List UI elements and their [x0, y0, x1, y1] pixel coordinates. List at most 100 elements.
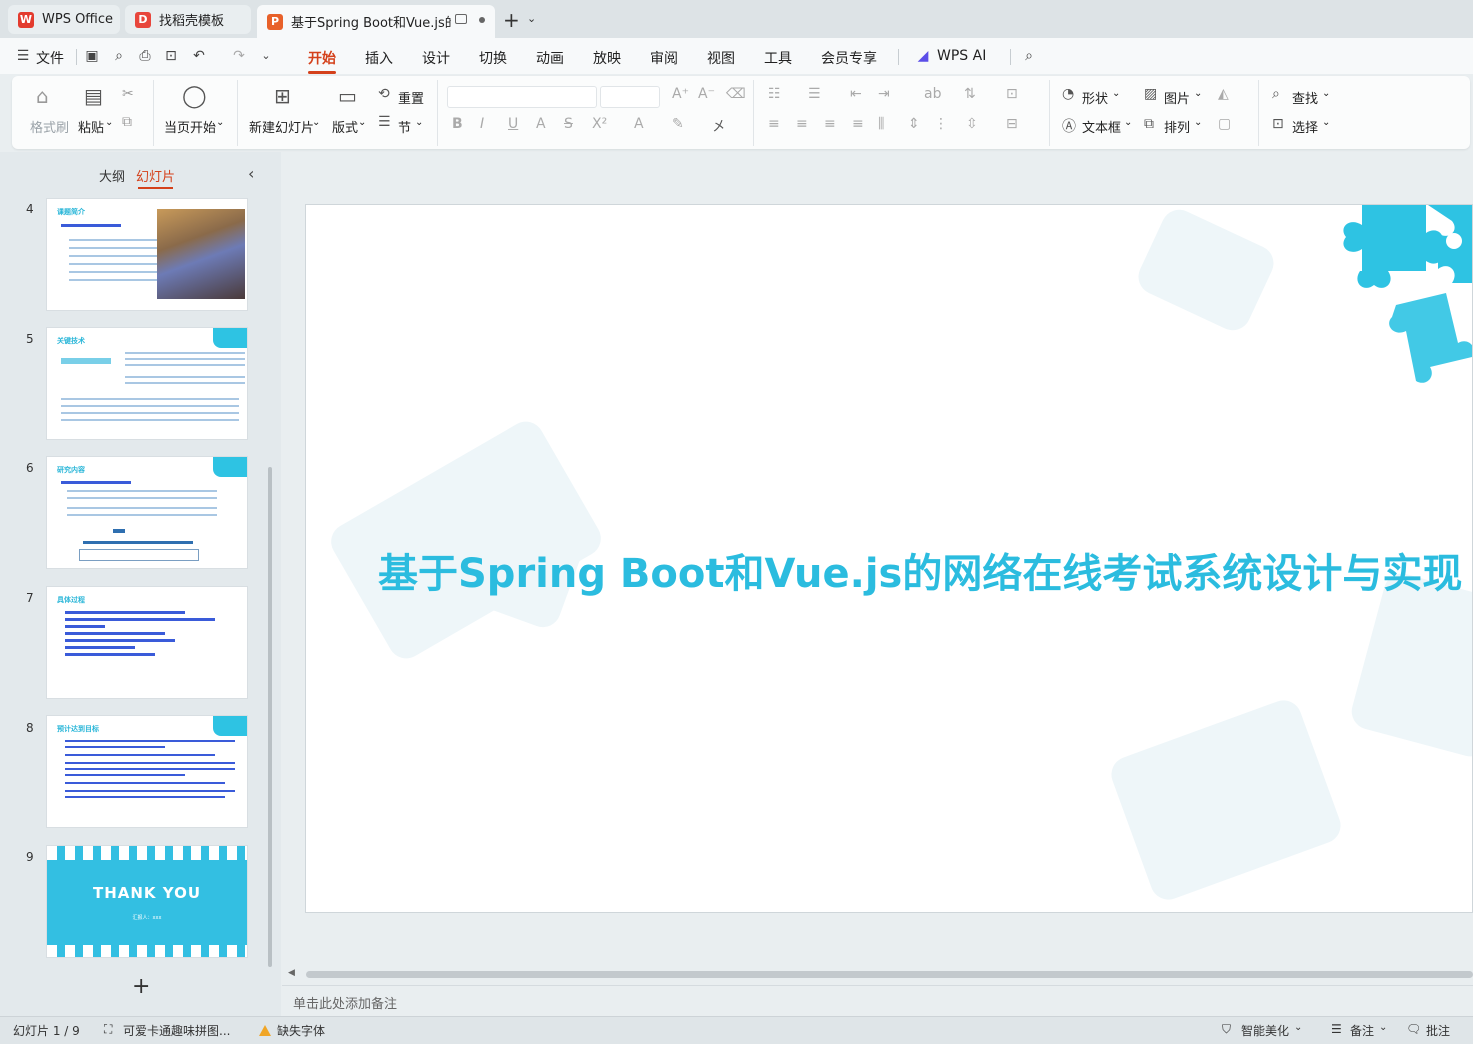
superscript-icon[interactable]: X² [592, 116, 607, 132]
align-center-icon[interactable]: ≡ [796, 116, 808, 132]
smart-beautify-button[interactable]: 智能美化 [1241, 1022, 1289, 1039]
copy-icon[interactable]: ⧉ [122, 114, 132, 130]
screen-icon[interactable] [455, 14, 467, 24]
slide-thumbnail-7[interactable]: 具体过程 [46, 586, 248, 699]
convert-smartart-icon[interactable]: ⊡ [1006, 86, 1018, 102]
layout-chevron-icon[interactable]: ⌄ [358, 117, 366, 128]
search-icon[interactable]: ⌕ [1020, 47, 1038, 65]
start-from-current-button[interactable]: 当页开始 [164, 117, 216, 136]
underline-icon[interactable]: U [508, 116, 518, 132]
smart-beautify-chevron-icon[interactable]: ⌄ [1294, 1022, 1302, 1033]
bullets-icon[interactable]: ☷ [768, 86, 781, 102]
character-spacing-icon[interactable]: 㐅 [712, 116, 726, 136]
menu-review[interactable]: 审阅 [650, 48, 678, 68]
add-slide-button[interactable]: + [132, 974, 150, 999]
tab-wps-office[interactable]: W WPS Office [8, 5, 120, 34]
horizontal-scrollbar[interactable]: ◀ [288, 968, 1473, 980]
section-button[interactable]: 节 [398, 117, 411, 136]
picture-button[interactable]: 图片 [1164, 88, 1190, 107]
tab-list-chevron-icon[interactable]: ⌄ [527, 12, 536, 25]
tab-slides[interactable]: 幻灯片 [136, 166, 175, 189]
fill-icon[interactable]: ◭ [1218, 86, 1229, 102]
menu-design[interactable]: 设计 [422, 48, 450, 68]
numbering-icon[interactable]: ☰ [808, 86, 821, 102]
section-chevron-icon[interactable]: ⌄ [415, 117, 423, 128]
notes-pane[interactable]: 单击此处添加备注 [282, 985, 1473, 1016]
bold-icon[interactable]: B [452, 116, 463, 132]
notes-toggle-button[interactable]: 备注 [1350, 1022, 1374, 1039]
horizontal-scroll-thumb[interactable] [306, 971, 1473, 978]
theme-name[interactable]: 可爱卡通趣味拼图... [123, 1022, 230, 1039]
menu-membership[interactable]: 会员专享 [821, 48, 877, 68]
find-chevron-icon[interactable]: ⌄ [1322, 88, 1330, 99]
align-left-icon[interactable]: ≡ [768, 116, 780, 132]
tab-find-template[interactable]: D 找稻壳模板 [125, 5, 251, 34]
print-preview-icon[interactable]: ⊡ [162, 47, 180, 65]
justify-icon[interactable]: ≡ [852, 116, 864, 132]
new-slide-button[interactable]: 新建幻灯片 [249, 117, 314, 136]
shape-button[interactable]: 形状 [1082, 88, 1108, 107]
tab-outline[interactable]: 大纲 [99, 166, 125, 185]
italic-icon[interactable]: I [480, 116, 484, 132]
menu-tools[interactable]: 工具 [764, 48, 792, 68]
line-spacing-icon[interactable]: ⇅ [964, 86, 976, 102]
start-chevron-icon[interactable]: ⌄ [216, 117, 224, 128]
thumbnail-scrollbar[interactable] [268, 467, 272, 967]
menu-animations[interactable]: 动画 [536, 48, 564, 68]
arrange-chevron-icon[interactable]: ⌄ [1194, 117, 1202, 128]
undo-icon[interactable]: ↶ [190, 47, 208, 65]
comments-button[interactable]: 批注 [1426, 1022, 1450, 1039]
menu-wps-ai[interactable]: WPS AI [937, 48, 986, 64]
text-box-align-icon[interactable]: ⊟ [1006, 116, 1018, 132]
text-align-vertical-icon[interactable]: ⇳ [966, 116, 978, 132]
notes-chevron-icon[interactable]: ⌄ [1379, 1022, 1387, 1033]
slide-thumbnail-6[interactable]: 研究内容 [46, 456, 248, 569]
text-shadow-icon[interactable]: A [536, 116, 546, 132]
slide-thumbnail-5[interactable]: 关键技术 [46, 327, 248, 440]
notes-placeholder[interactable]: 单击此处添加备注 [293, 993, 397, 1012]
strikethrough-icon[interactable]: S [564, 116, 573, 132]
select-chevron-icon[interactable]: ⌄ [1322, 117, 1330, 128]
font-family-select[interactable] [447, 86, 597, 108]
decrease-indent-icon[interactable]: ⇤ [850, 86, 862, 102]
clear-format-icon[interactable]: ⌫ [726, 86, 746, 102]
paragraph-spacing-icon[interactable]: ⇕ [908, 116, 920, 132]
columns-icon[interactable]: ⋮ [934, 116, 948, 132]
textbox-button[interactable]: 文本框 [1082, 117, 1121, 136]
shape-chevron-icon[interactable]: ⌄ [1112, 88, 1120, 99]
distribute-icon[interactable]: ⫼ [878, 116, 884, 132]
cut-icon[interactable]: ✂ [122, 86, 134, 102]
increase-font-icon[interactable]: A⁺ [672, 86, 689, 102]
decrease-font-icon[interactable]: A⁻ [698, 86, 715, 102]
new-slide-chevron-icon[interactable]: ⌄ [312, 117, 320, 128]
slide-thumbnail-9[interactable]: THANK YOU 汇报人：xxx [46, 845, 248, 958]
print-icon[interactable]: ⎙ [136, 47, 154, 65]
layout-button[interactable]: 版式 [332, 117, 358, 136]
slide-thumbnail-4[interactable]: 课题简介 [46, 198, 248, 311]
textbox-chevron-icon[interactable]: ⌄ [1124, 117, 1132, 128]
arrange-button[interactable]: 排列 [1164, 117, 1190, 136]
highlight-icon[interactable]: ✎ [672, 116, 684, 132]
save-icon[interactable]: ▣ [83, 47, 101, 65]
picture-chevron-icon[interactable]: ⌄ [1194, 88, 1202, 99]
menu-file[interactable]: 文件 [36, 48, 64, 68]
increase-indent-icon[interactable]: ⇥ [878, 86, 890, 102]
tab-current-document[interactable]: P 基于Spring Boot和Vue.js的网络在线考试系统设计与实现 [257, 5, 495, 38]
align-right-icon[interactable]: ≡ [824, 116, 836, 132]
menu-insert[interactable]: 插入 [365, 48, 393, 68]
format-painter-button[interactable]: 格式刷 [30, 117, 69, 136]
menu-transitions[interactable]: 切换 [479, 48, 507, 68]
share-icon[interactable]: ⌕ [110, 47, 128, 65]
menu-home[interactable]: 开始 [308, 48, 336, 74]
outline-icon[interactable]: ▢ [1218, 116, 1231, 132]
select-button[interactable]: 选择 [1292, 117, 1318, 136]
new-tab-button[interactable]: + [503, 8, 520, 32]
slide-title[interactable]: 基于Spring Boot和Vue.js的网络在线考试系统设计与实现 [378, 541, 1462, 599]
text-direction-icon[interactable]: ab [924, 86, 941, 102]
quick-access-more-icon[interactable]: ⌄ [257, 47, 275, 65]
menu-slideshow[interactable]: 放映 [593, 48, 621, 68]
font-color-icon[interactable]: A [634, 116, 644, 132]
collapse-panel-icon[interactable]: ‹ [248, 164, 254, 183]
menu-view[interactable]: 视图 [707, 48, 735, 68]
redo-icon[interactable]: ↷ [230, 47, 248, 65]
